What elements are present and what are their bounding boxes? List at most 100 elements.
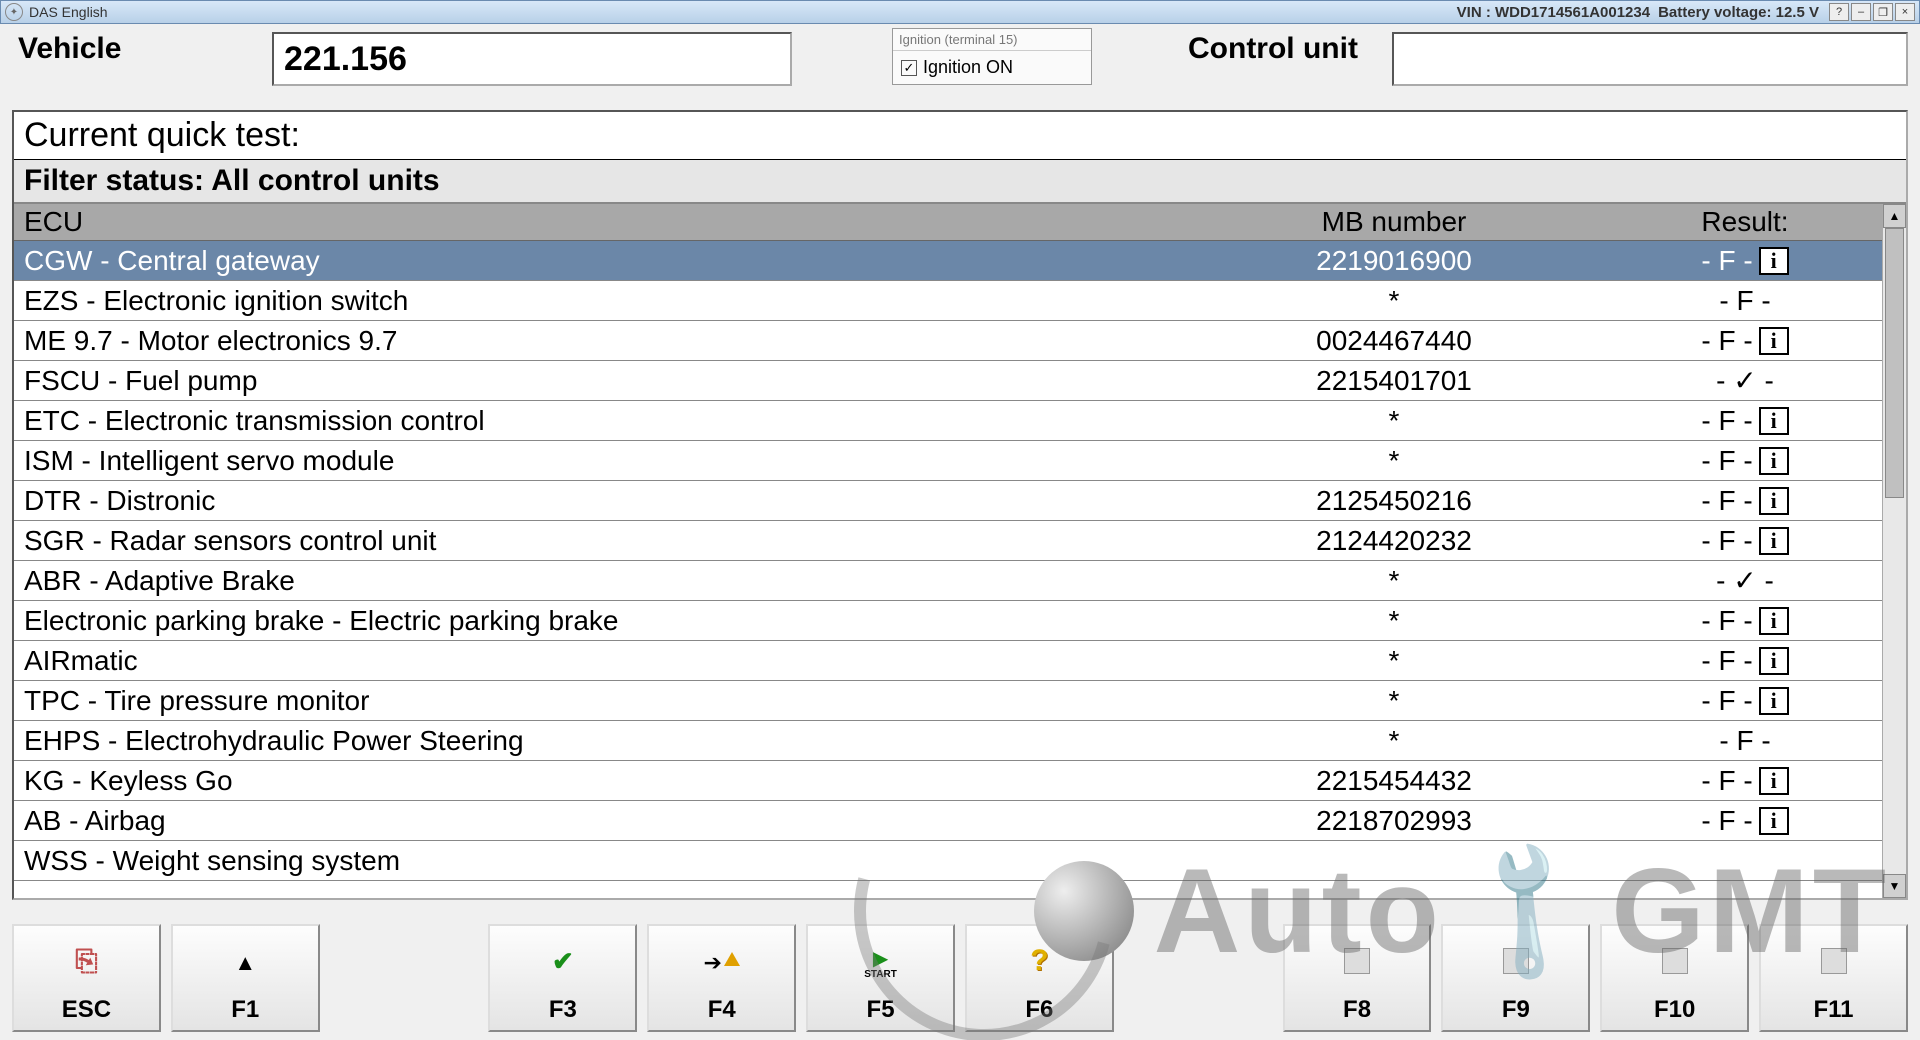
close-button[interactable]: × xyxy=(1895,3,1915,21)
fkey-f3[interactable]: F3 xyxy=(488,924,637,1032)
table-row[interactable]: AIRmatic*- F -i xyxy=(14,641,1906,681)
col-header-mb[interactable]: MB number xyxy=(1204,204,1584,241)
fkey-f11[interactable]: F11 xyxy=(1759,924,1908,1032)
table-row[interactable]: SGR - Radar sensors control unit21244202… xyxy=(14,521,1906,561)
fkey-f6[interactable]: F6 xyxy=(965,924,1114,1032)
ecu-name-cell: EZS - Electronic ignition switch xyxy=(14,281,1204,321)
result-text: - F - xyxy=(1719,725,1770,757)
table-row[interactable]: ABR - Adaptive Brake*- ✓ - xyxy=(14,561,1906,601)
table-row[interactable]: TPC - Tire pressure monitor* - F -i xyxy=(14,681,1906,721)
info-icon[interactable]: i xyxy=(1759,807,1789,835)
result-cell: - F -i xyxy=(1584,521,1906,561)
help-icon xyxy=(1030,944,1048,978)
mb-number-cell: * xyxy=(1204,561,1584,601)
ignition-title: Ignition (terminal 15) xyxy=(893,29,1091,51)
fkey-label: ESC xyxy=(62,996,111,1024)
table-row[interactable]: ETC - Electronic transmission control*- … xyxy=(14,401,1906,441)
generic-icon xyxy=(1344,948,1370,974)
fkey-label: F8 xyxy=(1343,996,1371,1024)
scroll-up-icon[interactable]: ▲ xyxy=(1883,204,1906,228)
table-row[interactable]: CGW - Central gateway2219016900- F -i xyxy=(14,241,1906,281)
table-row[interactable]: EZS - Electronic ignition switch*- F - xyxy=(14,281,1906,321)
info-icon[interactable]: i xyxy=(1759,447,1789,475)
ecu-name-cell: EHPS - Electrohydraulic Power Steering xyxy=(14,721,1204,761)
fkey-esc[interactable]: ⎘ESC xyxy=(12,924,161,1032)
fkey-f1[interactable]: F1 xyxy=(171,924,320,1032)
scroll-thumb[interactable] xyxy=(1885,228,1904,498)
mb-number-cell: * xyxy=(1204,641,1584,681)
info-icon[interactable]: i xyxy=(1759,607,1789,635)
ecu-name-cell: AIRmatic xyxy=(14,641,1204,681)
info-icon[interactable]: i xyxy=(1759,327,1789,355)
vehicle-label: Vehicle xyxy=(12,32,272,66)
header-row: Vehicle 221.156 Ignition (terminal 15) ✓… xyxy=(12,32,1908,104)
info-icon[interactable]: i xyxy=(1759,647,1789,675)
result-text: - F - xyxy=(1701,645,1752,677)
result-cell xyxy=(1584,841,1906,881)
scrollbar[interactable]: ▲ ▼ xyxy=(1882,204,1906,898)
ecu-name-cell: ME 9.7 - Motor electronics 9.7 xyxy=(14,321,1204,361)
minimize-button[interactable]: – xyxy=(1851,3,1871,21)
fkey-f4[interactable]: F4 xyxy=(647,924,796,1032)
start-icon: START xyxy=(864,942,897,980)
ignition-checkbox[interactable]: ✓ xyxy=(901,60,917,76)
help-button[interactable]: ? xyxy=(1829,3,1849,21)
result-text: - F - xyxy=(1719,285,1770,317)
result-text: - F - xyxy=(1701,805,1752,837)
table-row[interactable]: EHPS - Electrohydraulic Power Steering* -… xyxy=(14,721,1906,761)
result-text: - F - xyxy=(1701,605,1752,637)
info-icon[interactable]: i xyxy=(1759,527,1789,555)
result-cell: - F -i xyxy=(1584,601,1906,641)
scroll-down-icon[interactable]: ▼ xyxy=(1883,874,1906,898)
fkey-f5[interactable]: STARTF5 xyxy=(806,924,955,1032)
info-icon[interactable]: i xyxy=(1759,687,1789,715)
ecu-name-cell: DTR - Distronic xyxy=(14,481,1204,521)
table-row[interactable]: Electronic parking brake - Electric park… xyxy=(14,601,1906,641)
table-row[interactable]: AB - Airbag2218702993- F -i xyxy=(14,801,1906,841)
fkey-f9[interactable]: F9 xyxy=(1441,924,1590,1032)
col-header-ecu[interactable]: ECU xyxy=(14,204,1204,241)
generic-icon xyxy=(1662,948,1688,974)
table-row[interactable]: FSCU - Fuel pump2215401701- ✓ - xyxy=(14,361,1906,401)
fkey-label: F11 xyxy=(1814,996,1854,1024)
filter-status: Filter status: All control units xyxy=(14,160,1906,204)
maximize-button[interactable]: ❐ xyxy=(1873,3,1893,21)
fkey-f10[interactable]: F10 xyxy=(1600,924,1749,1032)
ecu-name-cell: KG - Keyless Go xyxy=(14,761,1204,801)
vehicle-input[interactable]: 221.156 xyxy=(272,32,792,86)
info-icon[interactable]: i xyxy=(1759,767,1789,795)
up-arrow-icon xyxy=(234,945,256,977)
result-text: - F - xyxy=(1701,685,1752,717)
mb-number-cell: * xyxy=(1204,681,1584,721)
result-text: - ✓ - xyxy=(1716,364,1774,397)
table-row[interactable]: ISM - Intelligent servo module*- F -i xyxy=(14,441,1906,481)
mb-number-cell: * xyxy=(1204,721,1584,761)
mb-number-cell: * xyxy=(1204,601,1584,641)
ignition-value: Ignition ON xyxy=(923,57,1013,78)
ecu-name-cell: ISM - Intelligent servo module xyxy=(14,441,1204,481)
ecu-name-cell: Electronic parking brake - Electric park… xyxy=(14,601,1204,641)
info-icon[interactable]: i xyxy=(1759,247,1789,275)
result-cell: - F -i xyxy=(1584,401,1906,441)
table-row[interactable]: ME 9.7 - Motor electronics 9.70024467440… xyxy=(14,321,1906,361)
table-row[interactable]: KG - Keyless Go2215454432- F -i xyxy=(14,761,1906,801)
fkey-label: F9 xyxy=(1502,996,1530,1024)
panel-title: Current quick test: xyxy=(14,112,1906,160)
fkey-f8[interactable]: F8 xyxy=(1283,924,1432,1032)
table-row[interactable]: DTR - Distronic2125450216- F -i xyxy=(14,481,1906,521)
titlebar: ✦ DAS English VIN : WDD1714561A001234 Ba… xyxy=(0,0,1920,24)
table-row[interactable]: WSS - Weight sensing system xyxy=(14,841,1906,881)
result-cell: - F - xyxy=(1584,721,1906,761)
result-text: - F - xyxy=(1701,485,1752,517)
control-unit-input[interactable] xyxy=(1392,32,1908,86)
info-icon[interactable]: i xyxy=(1759,487,1789,515)
result-cell: - F -i xyxy=(1584,801,1906,841)
col-header-result[interactable]: Result: xyxy=(1584,204,1906,241)
mb-number-cell xyxy=(1204,841,1584,881)
result-cell: - F -i xyxy=(1584,641,1906,681)
ecu-name-cell: TPC - Tire pressure monitor xyxy=(14,681,1204,721)
control-unit-label: Control unit xyxy=(1182,32,1392,66)
result-cell: - F -i xyxy=(1584,241,1906,281)
result-cell: - F - xyxy=(1584,281,1906,321)
info-icon[interactable]: i xyxy=(1759,407,1789,435)
